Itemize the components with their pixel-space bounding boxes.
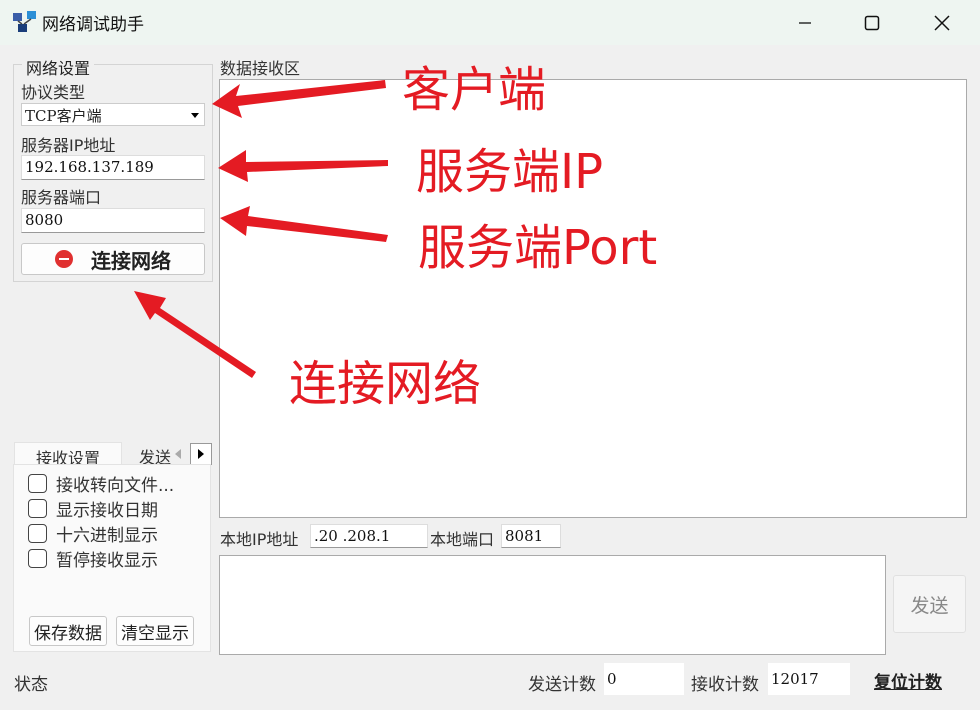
annotation-connect: 连接网络 (289, 356, 482, 412)
annotation-server-ip: 服务端IP (416, 144, 604, 200)
arrow-connect (134, 291, 256, 378)
arrow-server-port (220, 206, 388, 242)
annotation-server-port: 服务端Port (418, 220, 658, 276)
arrow-server-ip (218, 150, 388, 182)
annotation-client: 客户端 (402, 62, 547, 118)
arrow-client (212, 80, 386, 118)
